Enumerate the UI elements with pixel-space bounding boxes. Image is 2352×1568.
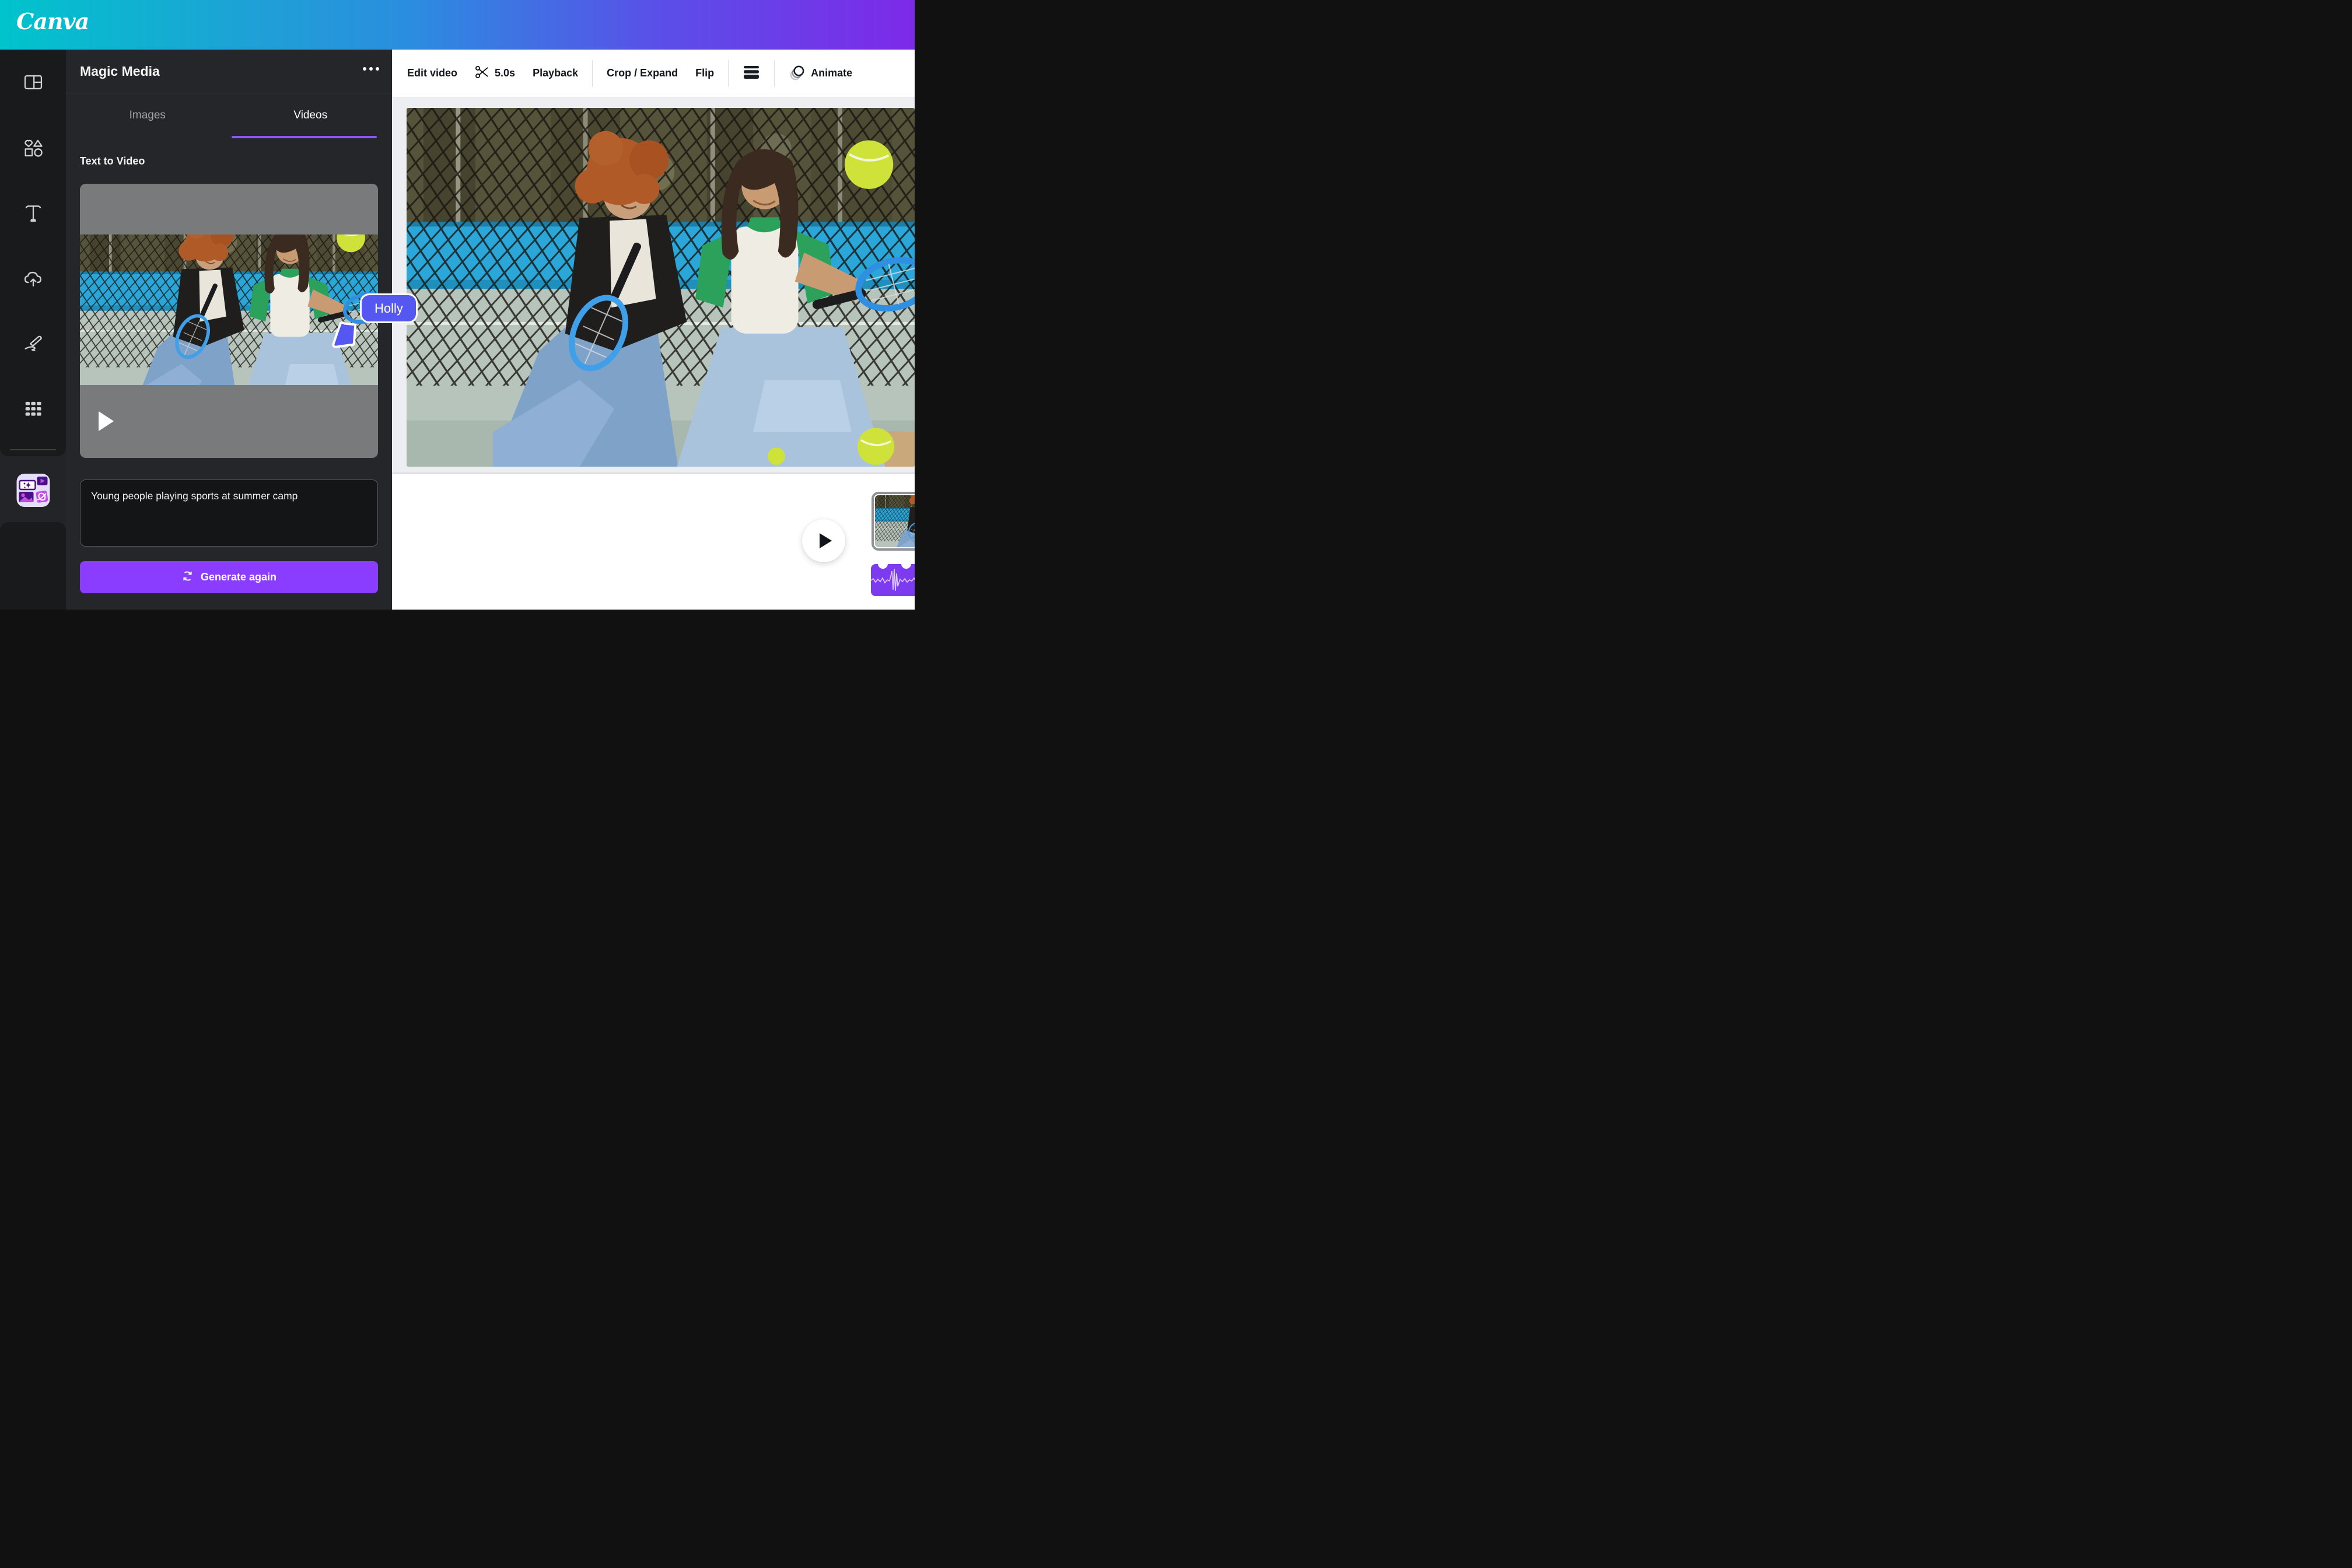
playback-button[interactable]: Playback	[533, 67, 578, 79]
scissors-icon	[475, 65, 489, 82]
canva-logo[interactable]: Canva	[16, 8, 89, 34]
audio-track[interactable]	[871, 559, 915, 596]
position-button[interactable]	[743, 64, 760, 82]
ellipsis-icon	[363, 67, 366, 71]
tab-videos[interactable]: Videos	[229, 93, 393, 138]
panel-header: Magic Media	[66, 50, 392, 93]
edit-video-button[interactable]: Edit video	[407, 67, 457, 79]
prompt-input[interactable]: Young people playing sports at summer ca…	[91, 489, 367, 537]
beat-notch	[878, 559, 888, 569]
sidebar-item-draw[interactable]	[22, 332, 45, 356]
play-icon	[819, 533, 832, 548]
magic-media-app-icon	[16, 474, 50, 507]
context-toolbar: Edit video 5.0s Playback Crop / Expand F…	[392, 50, 915, 97]
more-options-button[interactable]	[363, 67, 379, 71]
active-tab-underline	[232, 136, 377, 138]
text-icon	[23, 203, 43, 226]
text-to-video-label: Text to Video	[80, 155, 145, 167]
timeline-play-button[interactable]	[802, 519, 845, 562]
sidebar-item-uploads[interactable]	[22, 268, 45, 292]
toolbar-divider	[774, 60, 775, 87]
flip-button[interactable]: Flip	[695, 67, 714, 79]
animate-button[interactable]: Animate	[789, 64, 852, 83]
trim-button[interactable]: 5.0s	[475, 65, 515, 82]
sidebar-item-elements[interactable]	[22, 137, 45, 160]
collaborator-label: Holly	[360, 293, 418, 323]
crop-expand-button[interactable]: Crop / Expand	[607, 67, 678, 79]
timeline: +	[392, 474, 915, 608]
beat-notch	[901, 559, 911, 569]
waveform-icon	[871, 568, 915, 592]
sidebar-item-design[interactable]	[22, 72, 45, 95]
animate-label: Animate	[811, 67, 853, 79]
side-rail	[0, 50, 66, 610]
animate-circles-icon	[789, 64, 806, 83]
rail-panel-lower	[0, 522, 66, 610]
sidebar-item-apps[interactable]	[22, 398, 45, 422]
sidebar-item-text[interactable]	[22, 202, 45, 226]
panel-title: Magic Media	[80, 64, 160, 79]
toolbar-divider	[592, 60, 593, 87]
draw-icon	[23, 333, 43, 356]
top-bar: Canva	[0, 0, 915, 50]
video-preview-thumbnail	[80, 235, 378, 385]
media-type-tabs: Images Videos	[66, 93, 392, 138]
hamburger-icon	[743, 64, 760, 82]
uploads-icon	[23, 269, 43, 292]
rail-panel	[0, 50, 66, 456]
editor-main: Edit video 5.0s Playback Crop / Expand F…	[392, 50, 915, 610]
prompt-input-wrapper: Young people playing sports at summer ca…	[80, 480, 378, 547]
rail-divider	[10, 449, 56, 450]
video-page[interactable]	[407, 108, 915, 467]
design-icon	[23, 72, 43, 95]
toolbar-divider	[728, 60, 729, 87]
generate-again-button[interactable]: Generate again	[80, 561, 378, 593]
elements-icon	[23, 138, 43, 160]
generate-again-label: Generate again	[200, 571, 277, 583]
collaborator-cursor-icon	[332, 318, 362, 356]
apps-icon	[23, 399, 43, 422]
sidebar-item-magic-media-app[interactable]	[16, 474, 50, 507]
tab-images[interactable]: Images	[66, 93, 229, 138]
play-icon[interactable]	[99, 411, 114, 431]
clip-duration: 5.0s	[495, 67, 516, 79]
canvas-workspace[interactable]	[392, 97, 915, 474]
regenerate-icon	[181, 570, 194, 585]
clip-1-thumbnail	[875, 495, 915, 547]
canva-app: Canva Magic Media Images Videos Text to …	[0, 0, 915, 610]
video-clip-1[interactable]	[872, 492, 915, 551]
